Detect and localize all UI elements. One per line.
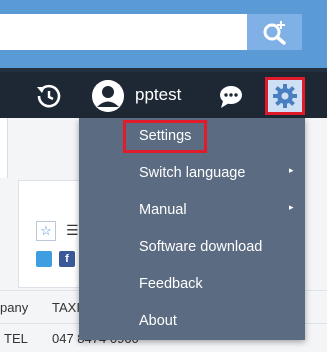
search-plus-icon	[263, 21, 286, 45]
list-icon[interactable]: ☰	[66, 223, 79, 239]
chat-button[interactable]	[216, 81, 246, 111]
menu-item-settings[interactable]: Settings	[79, 118, 305, 155]
left-tab[interactable]	[0, 118, 8, 178]
search-button[interactable]	[247, 14, 302, 50]
gear-icon	[273, 84, 297, 108]
history-button[interactable]	[34, 81, 64, 111]
menu-item-manual[interactable]: Manual ▸	[79, 192, 305, 229]
history-icon	[37, 84, 61, 108]
row-value-company: TAXI	[52, 300, 80, 315]
settings-dropdown-menu: Settings Switch language ▸ Manual ▸ Soft…	[79, 118, 305, 340]
menu-item-switch-language[interactable]: Switch language ▸	[79, 155, 305, 192]
menu-item-label: About	[139, 313, 177, 329]
star-icon[interactable]: ☆	[36, 221, 56, 241]
chat-bubble-icon	[220, 86, 242, 108]
facebook-icon[interactable]: f	[59, 251, 75, 267]
top-toolbar: pptest	[0, 68, 327, 118]
settings-gear-button[interactable]	[265, 77, 305, 115]
menu-item-label: Feedback	[139, 276, 203, 292]
menu-item-label: Manual	[139, 202, 187, 218]
twitter-icon[interactable]	[36, 251, 52, 267]
user-avatar-icon[interactable]	[92, 80, 124, 112]
menu-item-software-download[interactable]: Software download	[79, 229, 305, 266]
menu-item-label: Settings	[139, 128, 192, 144]
username-label[interactable]: pptest	[135, 85, 181, 105]
menu-item-feedback[interactable]: Feedback	[79, 266, 305, 303]
chevron-right-icon: ▸	[289, 166, 294, 176]
row-label-tel: TEL	[4, 331, 28, 346]
row-label-company: pany	[0, 300, 29, 315]
menu-item-label: Software download	[139, 239, 263, 255]
search-strip	[0, 0, 327, 68]
menu-item-label: Switch language	[139, 165, 246, 181]
menu-item-about[interactable]: About	[79, 303, 305, 340]
profile-card: ☆ ☰ f	[18, 180, 80, 288]
chevron-right-icon: ▸	[289, 203, 294, 213]
search-input[interactable]	[0, 14, 247, 50]
